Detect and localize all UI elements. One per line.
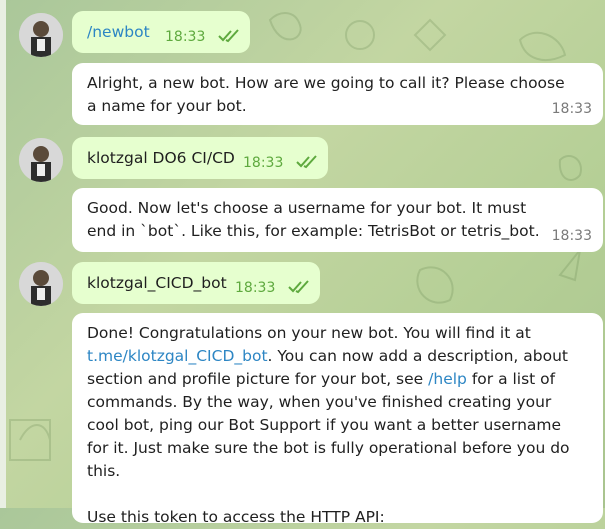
avatar[interactable] bbox=[19, 13, 63, 57]
token-label: Use this token to access the HTTP API: bbox=[87, 508, 385, 526]
left-edge bbox=[0, 0, 6, 508]
help-command-link[interactable]: /help bbox=[428, 370, 467, 388]
message-text: Done! Congratulations on your new bot. Y… bbox=[87, 322, 587, 529]
double-check-icon bbox=[288, 280, 309, 294]
message-time: 18:33 bbox=[243, 155, 284, 171]
bot-link[interactable]: t.me/klotzgal_CICD_bot bbox=[87, 347, 268, 365]
message-text-part: Done! Congratulations on your new bot. Y… bbox=[87, 324, 531, 342]
message-time: 18:33 bbox=[551, 101, 592, 117]
double-check-icon bbox=[296, 155, 317, 169]
message-time: 18:33 bbox=[235, 280, 276, 296]
message-bubble-outgoing[interactable]: klotzgal_CICD_bot 18:33 bbox=[72, 262, 320, 304]
message-bubble-incoming: Alright, a new bot. How are we going to … bbox=[72, 63, 603, 125]
message-text[interactable]: /newbot bbox=[87, 21, 150, 44]
message-text: klotzgal DO6 CI/CD bbox=[87, 149, 235, 167]
message-time: 18:33 bbox=[165, 29, 206, 45]
message-text: Alright, a new bot. How are we going to … bbox=[87, 74, 565, 115]
double-check-icon bbox=[218, 29, 239, 43]
message-bubble-outgoing[interactable]: klotzgal DO6 CI/CD 18:33 bbox=[72, 137, 328, 179]
avatar[interactable] bbox=[19, 262, 63, 306]
message-bubble-incoming: Good. Now let's choose a username for yo… bbox=[72, 188, 603, 252]
message-text: klotzgal_CICD_bot bbox=[87, 274, 227, 292]
message-bubble-incoming: Done! Congratulations on your new bot. Y… bbox=[72, 313, 603, 526]
message-bubble-outgoing[interactable]: /newbot 18:33 bbox=[72, 11, 250, 53]
message-text: Good. Now let's choose a username for yo… bbox=[87, 199, 540, 240]
message-time: 18:33 bbox=[551, 228, 592, 244]
avatar[interactable] bbox=[19, 138, 63, 182]
